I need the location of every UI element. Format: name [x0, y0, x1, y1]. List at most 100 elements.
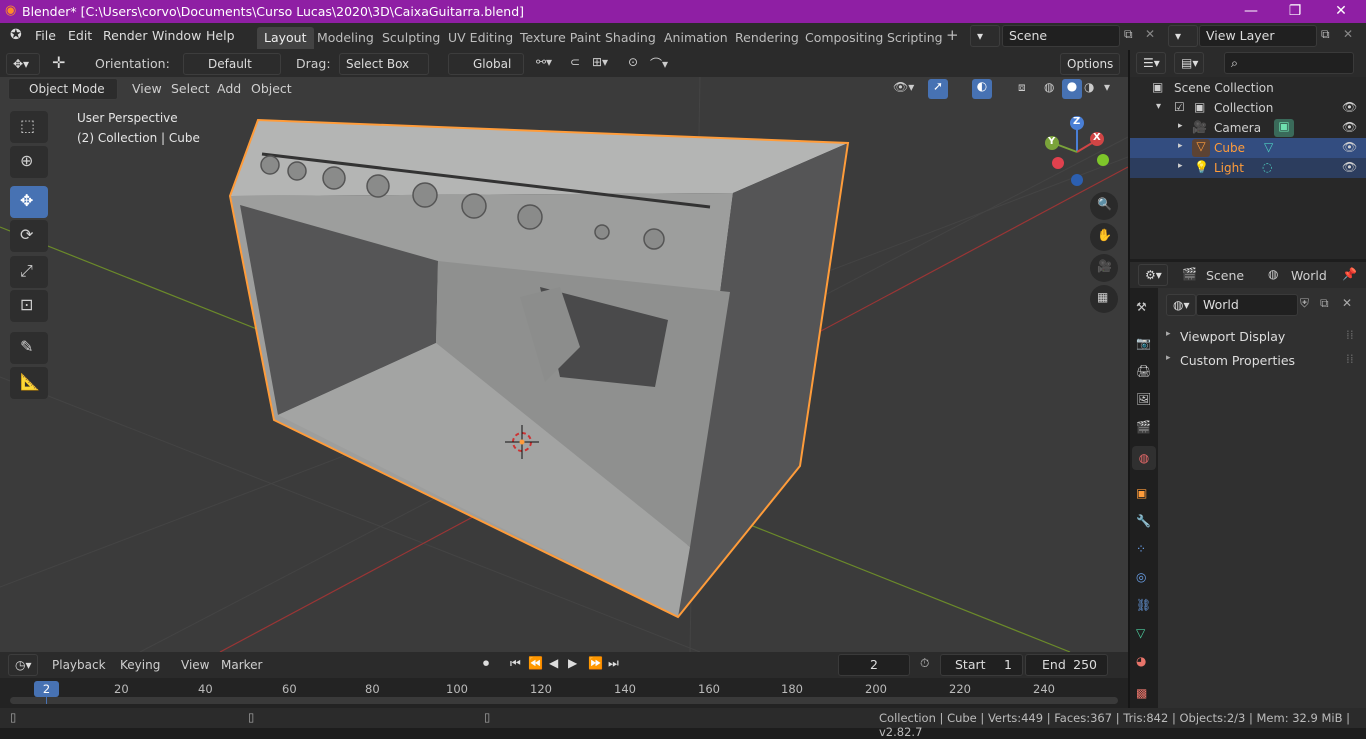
eye-icon[interactable]: 👁 [1342, 160, 1357, 174]
tab-animation[interactable]: Animation [657, 27, 735, 49]
orientation-dropdown[interactable]: Default [183, 53, 281, 75]
eye-icon[interactable]: 👁 [1342, 140, 1357, 154]
breadcrumb-world[interactable]: World [1291, 268, 1327, 283]
wireframe-shading-icon[interactable]: ◍ [1044, 80, 1054, 94]
menu-file[interactable]: File [35, 28, 56, 43]
view-layer-field[interactable]: View Layer [1199, 25, 1317, 47]
solid-shading-icon[interactable]: ● [1062, 79, 1082, 99]
jump-start-icon[interactable]: ⏮ [510, 656, 521, 671]
timeline-scrollbar[interactable] [10, 697, 1118, 704]
modifier-tab-icon[interactable]: 🔧 [1136, 514, 1151, 528]
panel-viewport-display[interactable]: ▸ Viewport Display ⁞⁞ [1164, 326, 1360, 348]
amp-cube-mesh[interactable] [228, 118, 850, 619]
expand-arrow-icon[interactable]: ▾ [1156, 101, 1161, 112]
world-browse-icon[interactable]: ◍▾ [1166, 294, 1196, 316]
menu-marker[interactable]: Marker [221, 658, 262, 672]
unlink-world-icon[interactable]: ✕ [1342, 296, 1352, 310]
falloff-icon[interactable]: ⌒▾ [650, 55, 668, 72]
remove-view-layer-icon[interactable]: ✕ [1343, 27, 1353, 41]
rotate-tool[interactable]: ⟳ [10, 220, 48, 252]
jump-end-icon[interactable]: ⏭ [608, 656, 619, 671]
measure-tool[interactable]: 📐 [10, 367, 48, 399]
scale-tool[interactable]: ⤢ [10, 256, 48, 288]
tab-texture-paint[interactable]: Texture Paint [513, 27, 608, 49]
tool-tab-icon[interactable]: ⚒ [1136, 300, 1147, 314]
options-dropdown[interactable]: Options [1060, 53, 1120, 75]
view-layer-tab-icon[interactable]: 🖼 [1136, 392, 1151, 406]
overlay-toggle-icon[interactable]: ◐ [972, 79, 992, 99]
record-icon[interactable]: ⏺ [483, 656, 489, 671]
render-tab-icon[interactable]: 📷 [1136, 336, 1151, 350]
remove-scene-icon[interactable]: ✕ [1145, 27, 1155, 41]
outliner-row-light[interactable]: ▸ 💡 Light ◌ 👁 [1130, 158, 1366, 178]
outliner-row-collection[interactable]: ▾ ☑ ▣ Collection 👁 [1130, 98, 1366, 118]
menu-select[interactable]: Select [171, 81, 210, 96]
shading-options-icon[interactable]: ▾ [1104, 80, 1110, 94]
world-name-field[interactable]: World [1196, 294, 1298, 316]
start-frame-field[interactable]: Start 1 [940, 654, 1023, 676]
editor-type-icon[interactable]: ✥▾ [6, 53, 40, 75]
scene-tab-icon[interactable]: 🎬 [1136, 420, 1151, 434]
tab-shading[interactable]: Shading [598, 27, 663, 49]
mesh-data-icon[interactable]: ▽ [1264, 140, 1273, 154]
physics-tab-icon[interactable]: ◎ [1136, 570, 1146, 584]
new-scene-icon[interactable]: ⧉ [1124, 27, 1133, 42]
add-workspace-icon[interactable]: + [946, 26, 959, 44]
playhead-frame-badge[interactable]: 2 [34, 681, 59, 697]
play-icon[interactable]: ▶ [568, 656, 577, 670]
expand-arrow-icon[interactable]: ▸ [1178, 161, 1183, 171]
snap-icon[interactable]: ⊂ [570, 55, 580, 69]
cursor-tool[interactable]: ⊕ [10, 146, 48, 178]
tab-layout[interactable]: Layout [257, 27, 314, 49]
prev-keyframe-icon[interactable]: ⏪ [528, 656, 543, 670]
visibility-icon[interactable]: 👁▾ [893, 80, 914, 94]
tab-modeling[interactable]: Modeling [310, 27, 381, 49]
transform-orientation-dropdown[interactable]: Global [448, 53, 524, 75]
xray-icon[interactable]: ⧈ [1018, 80, 1026, 95]
drag-dropdown[interactable]: Select Box [339, 53, 429, 75]
light-data-icon[interactable]: ◌ [1262, 160, 1272, 174]
blender-menu-icon[interactable]: ✪ [10, 27, 22, 43]
outliner-row-camera[interactable]: ▸ 🎥 Camera ▣ 👁 [1130, 118, 1366, 138]
menu-keying[interactable]: Keying [120, 658, 160, 672]
constraints-tab-icon[interactable]: ⛓ [1136, 598, 1151, 612]
end-frame-field[interactable]: End 250 [1025, 654, 1108, 676]
camera-data-icon[interactable]: ▣ [1274, 119, 1294, 137]
menu-view[interactable]: View [132, 81, 162, 96]
menu-playback[interactable]: Playback [52, 658, 106, 672]
annotate-tool[interactable]: ✎ [10, 332, 48, 364]
stopwatch-icon[interactable]: ⏱ [920, 656, 929, 671]
expand-arrow-icon[interactable]: ▸ [1178, 141, 1183, 151]
play-reverse-icon[interactable]: ◀ [549, 656, 558, 670]
proportional-edit-icon[interactable]: ⊙ [628, 55, 638, 69]
close-button[interactable]: ✕ [1318, 0, 1364, 23]
duplicate-world-icon[interactable]: ⧉ [1320, 296, 1329, 311]
panel-custom-properties[interactable]: ▸ Custom Properties ⁞⁞ [1164, 350, 1360, 372]
pan-button[interactable]: ✋ [1090, 223, 1118, 251]
scene-browse-icon[interactable]: ▾ [970, 25, 1000, 47]
tab-compositing[interactable]: Compositing [798, 27, 890, 49]
scene-name-field[interactable]: Scene [1002, 25, 1120, 47]
pin-icon[interactable]: 📌 [1342, 267, 1357, 281]
expand-arrow-icon[interactable]: ▸ [1178, 121, 1183, 131]
next-keyframe-icon[interactable]: ⏩ [588, 656, 603, 670]
zoom-button[interactable]: 🔍 [1090, 192, 1118, 220]
3d-viewport[interactable]: Object Mode View Select Add Object 👁▾ ➚ … [0, 77, 1128, 652]
restore-button[interactable]: ❐ [1272, 0, 1318, 23]
menu-add[interactable]: Add [217, 81, 241, 96]
snap-target-icon[interactable]: ⊞▾ [592, 55, 608, 69]
tab-sculpting[interactable]: Sculpting [375, 27, 447, 49]
particles-tab-icon[interactable]: ⁘ [1136, 542, 1146, 556]
outliner-row-cube[interactable]: ▸ ▽ Cube ▽ 👁 [1130, 138, 1366, 158]
ortho-toggle-button[interactable]: ▦ [1090, 285, 1118, 313]
tab-uv-editing[interactable]: UV Editing [441, 27, 520, 49]
tab-rendering[interactable]: Rendering [728, 27, 806, 49]
view-layer-browse-icon[interactable]: ▾ [1168, 25, 1198, 47]
tab-scripting[interactable]: Scripting [880, 27, 950, 49]
timeline-editor-type-icon[interactable]: ◷▾ [8, 654, 38, 676]
eye-icon[interactable]: 👁 [1342, 100, 1357, 114]
menu-render[interactable]: Render [103, 28, 148, 43]
material-shading-icon[interactable]: ◑ [1084, 80, 1094, 94]
gizmo-toggle-icon[interactable]: ➚ [928, 79, 948, 99]
fake-user-icon[interactable]: ⛨ [1300, 296, 1309, 311]
